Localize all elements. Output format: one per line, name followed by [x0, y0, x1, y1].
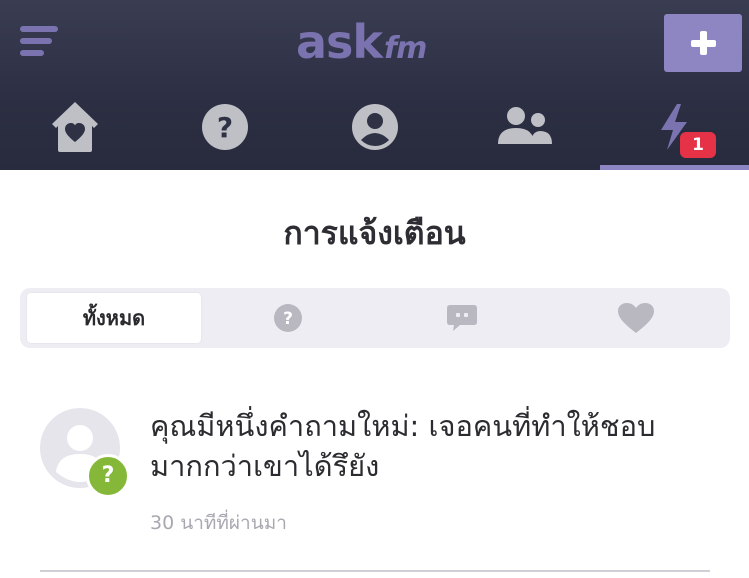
heart-icon [618, 303, 654, 333]
chat-bubble-icon [447, 305, 477, 331]
page-title: การแจ้งเตือน [283, 214, 466, 252]
askfm-logo[interactable]: askfm [296, 14, 427, 70]
filter-tab-all[interactable]: ทั้งหมด [27, 293, 201, 343]
top-header: askfm ? 1 [0, 0, 749, 170]
filter-tab-questions[interactable]: ? [201, 293, 375, 343]
nav-tab-friends[interactable] [450, 92, 600, 170]
svg-text:?: ? [217, 111, 233, 144]
menu-hamburger-icon[interactable] [20, 24, 60, 58]
nav-tab-home[interactable] [0, 92, 150, 170]
add-question-button[interactable] [664, 14, 742, 72]
question-circle-icon: ? [202, 104, 248, 150]
notification-count-badge: 1 [680, 132, 716, 158]
notification-text: คุณมีหนึ่งคำถามใหม่: เจอคนที่ทำให้ชอบมาก… [150, 409, 656, 483]
active-tab-indicator [600, 165, 749, 170]
nav-tab-notifications[interactable] [600, 92, 749, 170]
plus-icon [691, 31, 716, 55]
notification-filter-bar: ทั้งหมด ? [20, 288, 730, 348]
nav-tab-profile[interactable] [300, 92, 450, 170]
filter-tab-answers[interactable] [375, 293, 549, 343]
filter-tab-all-label: ทั้งหมด [82, 306, 146, 330]
question-badge-icon: ? [86, 454, 130, 498]
home-heart-icon [52, 102, 98, 152]
filter-tab-likes[interactable] [549, 293, 723, 343]
users-icon [498, 107, 552, 144]
user-circle-icon [352, 104, 398, 150]
divider [40, 570, 710, 572]
notification-timestamp: 30 นาทีที่ผ่านมา [150, 512, 287, 534]
svg-text:?: ? [283, 309, 293, 329]
notification-item[interactable]: ? คุณมีหนึ่งคำถามใหม่: เจอคนที่ทำให้ชอบม… [0, 392, 749, 578]
nav-tab-questions[interactable]: ? [150, 92, 300, 170]
question-circle-icon: ? [274, 304, 302, 332]
